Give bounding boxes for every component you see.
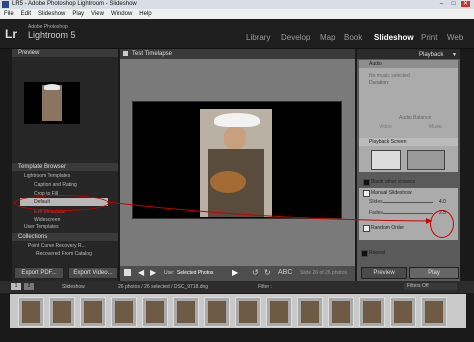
- thumbnail-image: [146, 301, 164, 323]
- filmstrip-thumbnail[interactable]: [49, 297, 75, 327]
- filmstrip-thumbnail[interactable]: [80, 297, 106, 327]
- thumbnail-image: [332, 301, 350, 323]
- page-2[interactable]: 2: [24, 283, 34, 290]
- filmstrip-info: 26 photos / 26 selected / DSC_9718.dng: [118, 284, 209, 290]
- thumbnail-image: [394, 301, 412, 323]
- thumbnail-image: [84, 301, 102, 323]
- page-1[interactable]: 1: [11, 283, 21, 290]
- filmstrip-thumbnail[interactable]: [390, 297, 416, 327]
- thumbnail-image: [301, 301, 319, 323]
- thumbnail-image: [363, 301, 381, 323]
- thumbnail-image: [177, 301, 195, 323]
- filmstrip-thumbnail[interactable]: [328, 297, 354, 327]
- filmstrip-bar: 1 2 Slideshow 26 photos / 26 selected / …: [0, 281, 474, 293]
- filmstrip-thumbnail[interactable]: [204, 297, 230, 327]
- thumbnail-image: [115, 301, 133, 323]
- filmstrip-module[interactable]: Slideshow: [62, 284, 85, 290]
- filmstrip-thumbnail[interactable]: [18, 297, 44, 327]
- filmstrip-thumbnail[interactable]: [142, 297, 168, 327]
- filmstrip-thumbnail[interactable]: [359, 297, 385, 327]
- thumbnail-image: [270, 301, 288, 323]
- filmstrip-thumbnail[interactable]: [297, 297, 323, 327]
- filmstrip-thumbnail[interactable]: [111, 297, 137, 327]
- filmstrip-thumbnail[interactable]: [173, 297, 199, 327]
- thumbnail-image: [239, 301, 257, 323]
- thumbnail-image: [425, 301, 443, 323]
- thumbnail-image: [53, 301, 71, 323]
- thumbnail-image: [208, 301, 226, 323]
- filmstrip-thumbnail[interactable]: [421, 297, 447, 327]
- filters-off-dropdown[interactable]: Filters Off: [404, 283, 457, 290]
- thumbnail-image: [22, 301, 40, 323]
- filmstrip-thumbnail[interactable]: [266, 297, 292, 327]
- filter-label: Filter :: [258, 284, 272, 290]
- filmstrip-thumbnail[interactable]: [235, 297, 261, 327]
